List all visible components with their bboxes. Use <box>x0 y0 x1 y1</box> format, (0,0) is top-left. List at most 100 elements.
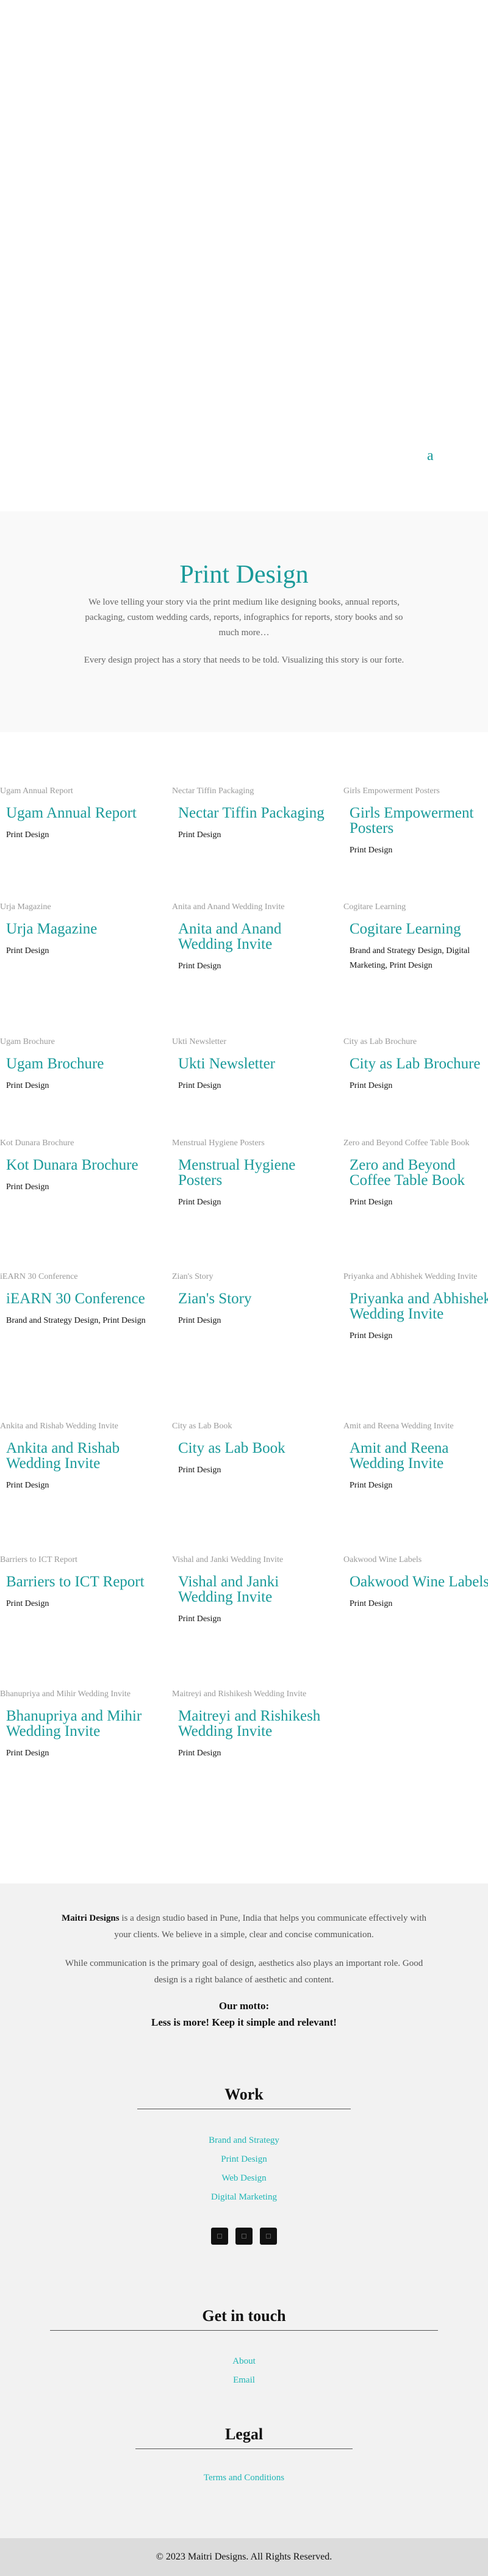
project-image[interactable]: iEARN 30 Conference <box>0 1270 152 1284</box>
project-image[interactable]: Ukti Newsletter <box>172 1035 325 1049</box>
project-image[interactable]: Vishal and Janki Wedding Invite <box>172 1553 325 1567</box>
project-category[interactable]: Print Design <box>350 1079 488 1093</box>
project-category[interactable]: Print Design <box>178 1612 325 1627</box>
project-title[interactable]: iEARN 30 Conference <box>6 1291 152 1306</box>
portfolio-card[interactable]: Maitreyi and Rishikesh Wedding Invite Ma… <box>172 1688 325 1761</box>
portfolio-card[interactable]: Oakwood Wine Labels Oakwood Wine Labels … <box>343 1553 488 1611</box>
project-title[interactable]: Girls Empowerment Posters <box>350 805 488 836</box>
project-category[interactable]: Print Design <box>6 1746 152 1761</box>
footer-link-digital-marketing[interactable]: Digital Marketing <box>0 2192 488 2203</box>
portfolio-card[interactable]: Bhanupriya and Mihir Wedding Invite Bhan… <box>0 1688 152 1761</box>
portfolio-card[interactable]: Barriers to ICT Report Barriers to ICT R… <box>0 1553 152 1611</box>
project-title[interactable]: Ankita and Rishab Wedding Invite <box>6 1441 152 1471</box>
footer-link-email[interactable]: Email <box>0 2375 488 2386</box>
project-image[interactable]: Kot Dunara Brochure <box>0 1137 152 1150</box>
project-category[interactable]: Print Design <box>178 1195 325 1210</box>
project-category[interactable]: Print Design <box>6 828 152 843</box>
project-title[interactable]: Anita and Anand Wedding Invite <box>178 921 325 952</box>
social-icon[interactable] <box>211 2228 228 2245</box>
project-image[interactable]: Menstrual Hygiene Posters <box>172 1137 325 1150</box>
project-category[interactable]: Print Design <box>178 1314 325 1328</box>
footer-link-web-design[interactable]: Web Design <box>0 2173 488 2184</box>
project-image[interactable]: Oakwood Wine Labels <box>343 1553 488 1567</box>
portfolio-card[interactable]: Ukti Newsletter Ukti Newsletter Print De… <box>172 1035 325 1093</box>
project-image[interactable]: Ankita and Rishab Wedding Invite <box>0 1420 152 1433</box>
portfolio-card[interactable]: Ankita and Rishab Wedding Invite Ankita … <box>0 1420 152 1493</box>
social-icon[interactable] <box>235 2228 253 2245</box>
footer-link-terms[interactable]: Terms and Conditions <box>0 2473 488 2483</box>
portfolio-card[interactable]: Amit and Reena Wedding Invite Amit and R… <box>343 1420 488 1493</box>
project-title[interactable]: Cogitare Learning <box>350 921 488 937</box>
portfolio-card[interactable]: Nectar Tiffin Packaging Nectar Tiffin Pa… <box>172 785 325 843</box>
project-image[interactable]: City as Lab Brochure <box>343 1035 488 1049</box>
project-category[interactable]: Print Design <box>350 1597 488 1611</box>
project-category[interactable]: Print Design <box>350 1329 488 1344</box>
project-category[interactable]: Print Design <box>350 1195 488 1210</box>
footer-link-about[interactable]: About <box>0 2356 488 2367</box>
project-image[interactable]: Zero and Beyond Coffee Table Book <box>343 1137 488 1150</box>
project-image[interactable]: Maitreyi and Rishikesh Wedding Invite <box>172 1688 325 1701</box>
project-image[interactable]: Cogitare Learning <box>343 901 488 914</box>
footer-link-print-design[interactable]: Print Design <box>0 2154 488 2165</box>
project-image[interactable]: Barriers to ICT Report <box>0 1553 152 1567</box>
social-icon[interactable] <box>260 2228 277 2245</box>
portfolio-card[interactable]: City as Lab Brochure City as Lab Brochur… <box>343 1035 488 1093</box>
portfolio-card[interactable]: iEARN 30 Conference iEARN 30 Conference … <box>0 1270 152 1328</box>
portfolio-card[interactable]: Menstrual Hygiene Posters Menstrual Hygi… <box>172 1137 325 1210</box>
project-title[interactable]: Urja Magazine <box>6 921 152 937</box>
project-title[interactable]: Maitreyi and Rishikesh Wedding Invite <box>178 1708 325 1739</box>
project-title[interactable]: Amit and Reena Wedding Invite <box>350 1441 488 1471</box>
project-title[interactable]: Bhanupriya and Mihir Wedding Invite <box>6 1708 152 1739</box>
project-image[interactable]: Zian's Story <box>172 1270 325 1284</box>
project-title[interactable]: Ugam Annual Report <box>6 805 152 821</box>
portfolio-card[interactable]: Priyanka and Abhishek Wedding Invite Pri… <box>343 1270 488 1344</box>
project-title[interactable]: City as Lab Brochure <box>350 1056 488 1071</box>
portfolio-card[interactable]: Vishal and Janki Wedding Invite Vishal a… <box>172 1553 325 1627</box>
portfolio-card[interactable]: Zian's Story Zian's Story Print Design <box>172 1270 325 1328</box>
project-image[interactable]: Amit and Reena Wedding Invite <box>343 1420 488 1433</box>
portfolio-card[interactable]: Ugam Brochure Ugam Brochure Print Design <box>0 1035 152 1093</box>
project-category[interactable]: Print Design <box>178 1079 325 1093</box>
project-image[interactable]: Nectar Tiffin Packaging <box>172 785 325 798</box>
project-category[interactable]: Print Design <box>6 1079 152 1093</box>
project-image[interactable]: Anita and Anand Wedding Invite <box>172 901 325 914</box>
project-category[interactable]: Print Design <box>178 828 325 843</box>
project-category[interactable]: Print Design <box>6 1180 152 1195</box>
portfolio-card[interactable]: Urja Magazine Urja Magazine Print Design <box>0 901 152 959</box>
project-category[interactable]: Print Design <box>6 1478 152 1493</box>
portfolio-card[interactable]: City as Lab Book City as Lab Book Print … <box>172 1420 325 1478</box>
project-image[interactable]: Urja Magazine <box>0 901 152 914</box>
portfolio-card[interactable]: Girls Empowerment Posters Girls Empowerm… <box>343 785 488 858</box>
project-title[interactable]: Kot Dunara Brochure <box>6 1157 152 1173</box>
project-image[interactable]: Bhanupriya and Mihir Wedding Invite <box>0 1688 152 1701</box>
footer-link-brand-strategy[interactable]: Brand and Strategy <box>0 2135 488 2146</box>
project-title[interactable]: City as Lab Book <box>178 1441 325 1456</box>
portfolio-card[interactable]: Zero and Beyond Coffee Table Book Zero a… <box>343 1137 488 1210</box>
project-title[interactable]: Menstrual Hygiene Posters <box>178 1157 325 1188</box>
project-title[interactable]: Oakwood Wine Labels <box>350 1574 488 1589</box>
project-title[interactable]: Ukti Newsletter <box>178 1056 325 1071</box>
portfolio-card[interactable]: Cogitare Learning Cogitare Learning Bran… <box>343 901 488 973</box>
project-category[interactable]: Print Design <box>178 959 325 974</box>
portfolio-card[interactable]: Kot Dunara Brochure Kot Dunara Brochure … <box>0 1137 152 1195</box>
project-category[interactable]: Print Design <box>6 944 152 959</box>
project-title[interactable]: Zero and Beyond Coffee Table Book <box>350 1157 488 1188</box>
project-image[interactable]: Ugam Brochure <box>0 1035 152 1049</box>
project-title[interactable]: Priyanka and Abhishek Wedding Invite <box>350 1291 488 1322</box>
project-category[interactable]: Brand and Strategy Design, Digital Marke… <box>350 944 488 973</box>
project-image[interactable]: Ugam Annual Report <box>0 785 152 798</box>
project-title[interactable]: Ugam Brochure <box>6 1056 152 1071</box>
project-image[interactable]: Priyanka and Abhishek Wedding Invite <box>343 1270 488 1284</box>
hero-link[interactable]: a <box>427 448 434 464</box>
project-category[interactable]: Brand and Strategy Design, Print Design <box>6 1314 152 1328</box>
portfolio-card[interactable]: Ugam Annual Report Ugam Annual Report Pr… <box>0 785 152 843</box>
project-title[interactable]: Vishal and Janki Wedding Invite <box>178 1574 325 1605</box>
project-category[interactable]: Print Design <box>178 1463 325 1478</box>
project-category[interactable]: Print Design <box>350 1478 488 1493</box>
project-category[interactable]: Print Design <box>350 843 488 858</box>
project-title[interactable]: Barriers to ICT Report <box>6 1574 152 1589</box>
project-image[interactable]: City as Lab Book <box>172 1420 325 1433</box>
project-title[interactable]: Zian's Story <box>178 1291 325 1306</box>
project-image[interactable]: Girls Empowerment Posters <box>343 785 488 798</box>
project-title[interactable]: Nectar Tiffin Packaging <box>178 805 325 821</box>
